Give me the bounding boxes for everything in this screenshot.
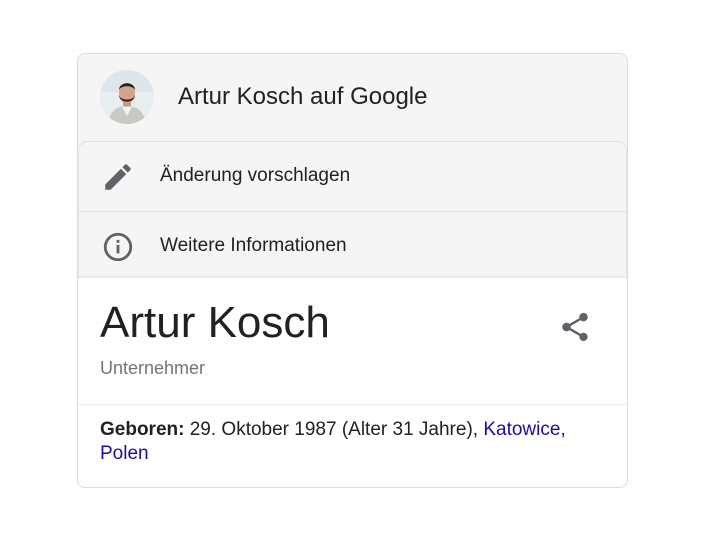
entity-subtitle: Unternehmer bbox=[100, 358, 206, 378]
google-header-section: Artur Kosch auf Google Änderung vorschla… bbox=[78, 54, 627, 278]
more-info-label: Weitere Informationen bbox=[160, 235, 347, 256]
divider bbox=[78, 404, 627, 405]
entity-section: Artur Kosch Unternehmer Geboren: 29. Okt… bbox=[78, 278, 627, 487]
info-icon bbox=[103, 232, 133, 262]
share-icon[interactable] bbox=[558, 310, 592, 344]
more-info-row[interactable]: Weitere Informationen bbox=[79, 211, 626, 280]
avatar bbox=[100, 70, 154, 124]
born-value: 29. Oktober 1987 (Alter 31 Jahre), bbox=[184, 419, 484, 440]
born-place-country-link[interactable]: Polen bbox=[100, 443, 149, 464]
entity-name: Artur Kosch bbox=[100, 298, 330, 347]
suggest-edit-row[interactable]: Änderung vorschlagen bbox=[79, 142, 626, 210]
google-profile-title: Artur Kosch auf Google bbox=[178, 83, 428, 110]
suggest-edit-label: Änderung vorschlagen bbox=[160, 165, 351, 186]
google-profile-row[interactable]: Artur Kosch auf Google bbox=[78, 54, 627, 141]
born-fact: Geboren: 29. Oktober 1987 (Alter 31 Jahr… bbox=[100, 418, 605, 466]
born-label: Geboren: bbox=[100, 419, 185, 440]
knowledge-panel: Artur Kosch auf Google Änderung vorschla… bbox=[77, 53, 628, 488]
born-place-city-link[interactable]: Katowice, bbox=[483, 419, 565, 440]
pencil-icon bbox=[105, 164, 131, 190]
action-list: Änderung vorschlagen Weitere Information… bbox=[78, 141, 627, 278]
